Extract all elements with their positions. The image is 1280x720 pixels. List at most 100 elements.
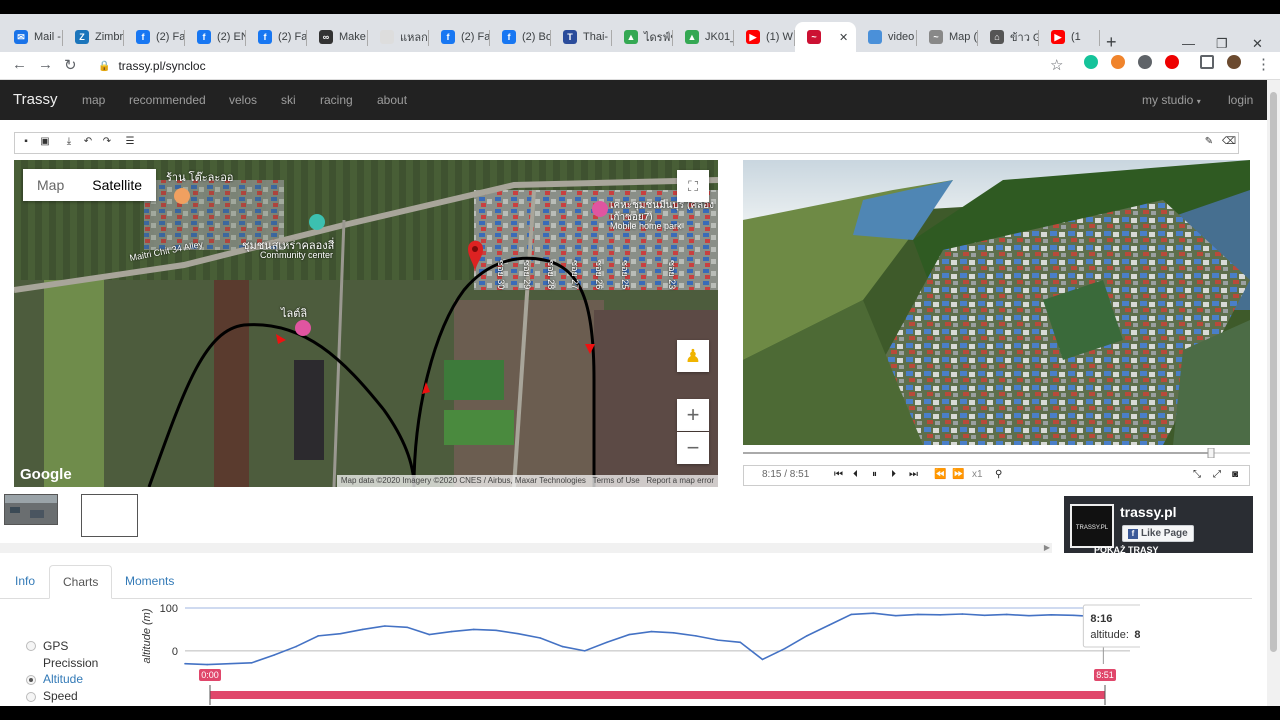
- undo-icon[interactable]: ↶: [82, 136, 94, 148]
- browser-tab[interactable]: Z Zimbr: [63, 22, 124, 52]
- drone-video[interactable]: [743, 160, 1250, 445]
- browser-tab[interactable]: ▲ JK01_: [673, 22, 734, 52]
- browser-tab[interactable]: video: [856, 22, 917, 52]
- opera-icon[interactable]: [1165, 55, 1179, 69]
- like-page-button[interactable]: f Like Page: [1122, 525, 1194, 542]
- avatar[interactable]: [1227, 55, 1241, 69]
- data-point: [1028, 614, 1030, 617]
- save-icon[interactable]: ▣: [39, 136, 51, 148]
- radio-button[interactable]: [26, 692, 36, 702]
- back-icon[interactable]: ←: [12, 56, 27, 73]
- browser-tab[interactable]: f (2) Fa: [246, 22, 307, 52]
- download-icon[interactable]: ⤓: [63, 136, 75, 148]
- redo-icon[interactable]: ↷: [101, 136, 113, 148]
- data-point: [1005, 613, 1008, 616]
- empty-thumbnail[interactable]: [81, 494, 138, 537]
- close-tab-icon[interactable]: ✕: [839, 31, 848, 44]
- pegman-icon[interactable]: ♟: [677, 340, 709, 372]
- logo-text: TRASSY.PL: [1075, 525, 1109, 531]
- tab-info[interactable]: Info: [2, 565, 48, 599]
- new-tab-button[interactable]: +: [1106, 32, 1117, 53]
- extension-icon[interactable]: [1111, 55, 1125, 69]
- grammarly-icon[interactable]: [1084, 55, 1098, 69]
- eraser-icon[interactable]: ⌫: [1222, 136, 1236, 148]
- terms-link[interactable]: Terms of Use: [593, 476, 640, 485]
- range-end-label: 8:51: [1096, 670, 1114, 680]
- browser-tab[interactable]: ~ ✕: [795, 22, 856, 52]
- altitude-chart[interactable]: 100 0 altitude (m) 8:16 altitude: 80 0:00 8:51: [140, 598, 1140, 708]
- pencil-icon[interactable]: ✎: [1203, 136, 1215, 148]
- maximize-icon[interactable]: ❐: [1216, 36, 1228, 52]
- data-point: [917, 613, 919, 616]
- skip-end-icon[interactable]: ⏭: [909, 469, 918, 480]
- nav-link-recommended[interactable]: recommended: [129, 93, 206, 107]
- satellite-map[interactable]: Maitri Chit 34 Alley ชุมชนสุเหร่าคลองสี่…: [14, 160, 718, 487]
- nav-link-ski[interactable]: ski: [281, 93, 296, 107]
- list-icon[interactable]: ☰: [124, 136, 136, 148]
- shrink-icon[interactable]: ⤡: [1193, 469, 1201, 480]
- nav-link-racing[interactable]: racing: [320, 93, 353, 107]
- browser-tab[interactable]: T Thai-: [551, 22, 612, 52]
- browser-tab[interactable]: ∞ Make: [307, 22, 368, 52]
- scroll-right-icon[interactable]: ▶: [1044, 543, 1050, 552]
- browser-tab-label: (1) W: [766, 31, 793, 43]
- y-tick-label: 100: [160, 603, 178, 615]
- map-type-satellite-button[interactable]: Satellite: [78, 169, 156, 201]
- pause-icon[interactable]: ⏸: [872, 469, 877, 480]
- fast-forward-icon[interactable]: ⏩: [952, 469, 964, 480]
- nav-link-map[interactable]: map: [82, 93, 105, 107]
- tab-moments[interactable]: Moments: [112, 565, 187, 599]
- pin-icon[interactable]: ⚲: [995, 469, 1002, 480]
- report-error-link[interactable]: Report a map error: [646, 476, 714, 485]
- vertical-scrollbar[interactable]: [1267, 80, 1280, 706]
- tab-charts[interactable]: Charts: [49, 565, 113, 599]
- speed-label[interactable]: x1: [972, 469, 983, 480]
- bookmark-star-icon[interactable]: ☆: [1050, 56, 1063, 74]
- url-field[interactable]: 🔒 trassy.pl/syncloc: [98, 55, 1078, 77]
- minimize-icon[interactable]: —: [1182, 36, 1195, 51]
- video-thumbnail[interactable]: [4, 494, 58, 525]
- menu-icon[interactable]: ⋮: [1256, 55, 1271, 73]
- browser-tab[interactable]: f (2) Fa: [124, 22, 185, 52]
- step-back-icon[interactable]: ⏴: [853, 469, 858, 480]
- browser-tab[interactable]: ~ Map (: [917, 22, 978, 52]
- brand-logo[interactable]: Trassy: [13, 91, 57, 108]
- radio-button[interactable]: [26, 641, 36, 651]
- nav-link-about[interactable]: about: [377, 93, 407, 107]
- new-file-icon[interactable]: ▪: [20, 136, 32, 148]
- fullscreen-icon[interactable]: ⛶: [677, 170, 709, 202]
- browser-tab[interactable]: แหลก: [368, 22, 429, 52]
- login-link[interactable]: login: [1228, 93, 1253, 107]
- map-type-map-button[interactable]: Map: [23, 169, 78, 201]
- video-seek-bar[interactable]: [743, 448, 1250, 458]
- zimbra-icon: Z: [75, 30, 89, 44]
- radio-button[interactable]: [26, 675, 36, 685]
- facebook-promo[interactable]: TRASSY.PL trassy.pl f Like Page POKAŻ TRA…: [1064, 496, 1253, 553]
- rewind-icon[interactable]: ⏪: [934, 469, 946, 480]
- browser-tab-label: Make: [339, 31, 366, 43]
- browser-tab[interactable]: ✉ Mail -: [2, 22, 63, 52]
- camera-icon[interactable]: ◙: [1232, 469, 1238, 480]
- media-icon[interactable]: [1200, 55, 1214, 69]
- horizontal-scrollbar[interactable]: ▶: [0, 543, 1052, 553]
- skip-start-icon[interactable]: ⏮: [834, 469, 843, 480]
- browser-tab[interactable]: ▶ (1) W: [734, 22, 795, 52]
- data-point: [1072, 614, 1075, 617]
- browser-tab[interactable]: ▶ (1: [1039, 22, 1100, 52]
- expand-icon[interactable]: ⤢: [1213, 469, 1221, 480]
- nav-link-velos[interactable]: velos: [229, 93, 257, 107]
- browser-tab[interactable]: ▲ ไดรฟ์ข: [612, 22, 673, 52]
- extension-icon[interactable]: [1138, 55, 1152, 69]
- browser-tab[interactable]: f (2) Fa: [429, 22, 490, 52]
- browser-tab[interactable]: f (2) EN: [185, 22, 246, 52]
- zoom-in-button[interactable]: +: [677, 399, 709, 431]
- browser-tab[interactable]: ⌂ ข้าว Gr: [978, 22, 1039, 52]
- zoom-out-button[interactable]: −: [677, 432, 709, 464]
- my-studio-dropdown[interactable]: my studio ▾: [1142, 93, 1201, 107]
- browser-tab[interactable]: f (2) Bo: [490, 22, 551, 52]
- forward-icon[interactable]: →: [38, 56, 53, 73]
- close-window-icon[interactable]: ✕: [1252, 36, 1263, 52]
- step-forward-icon[interactable]: ⏵: [891, 469, 896, 480]
- reload-icon[interactable]: ↻: [64, 56, 77, 74]
- scroll-thumb[interactable]: [1270, 92, 1277, 652]
